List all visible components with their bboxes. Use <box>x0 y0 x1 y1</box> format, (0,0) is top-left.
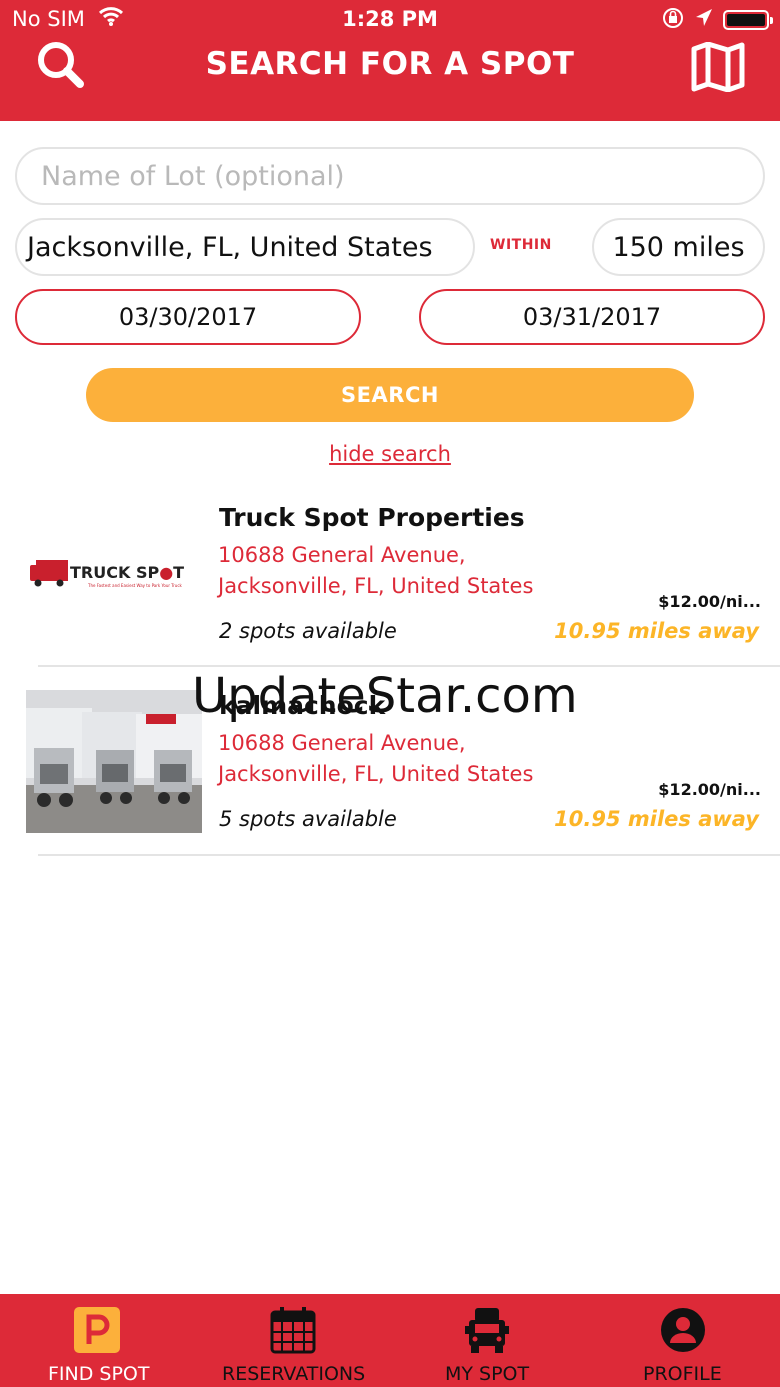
list-divider <box>38 665 780 667</box>
result-spots: 5 spots available <box>219 807 397 831</box>
within-label: WITHIN <box>490 237 552 253</box>
result-address-line2: Jacksonville, FL, United States <box>218 574 534 598</box>
tab-label: MY SPOT <box>445 1363 530 1385</box>
start-date-field[interactable]: 03/30/2017 <box>15 289 361 345</box>
result-address-line1: 10688 General Avenue, <box>218 543 466 567</box>
calendar-icon <box>270 1307 316 1354</box>
battery-icon <box>723 10 773 30</box>
svg-text:TRUCK SP●T: TRUCK SP●T <box>70 563 184 582</box>
tab-my-spot[interactable]: MY SPOT <box>390 1294 585 1387</box>
result-price: $12.00/ni... <box>658 592 761 611</box>
parking-icon <box>74 1307 120 1353</box>
watermark: UpdateStar.com <box>192 668 578 724</box>
tab-reservations[interactable]: RESERVATIONS <box>195 1294 390 1387</box>
parked-trucks-photo <box>26 690 202 833</box>
tab-bar: FIND SPOT RESERVATIONS MY SPOT PROFILE <box>0 1294 780 1387</box>
hide-search-link[interactable]: hide search <box>0 442 780 466</box>
search-button[interactable]: SEARCH <box>86 368 694 422</box>
result-address-line2: Jacksonville, FL, United States <box>218 762 534 786</box>
tab-label: RESERVATIONS <box>222 1363 366 1385</box>
lot-name-input[interactable]: Name of Lot (optional) <box>15 147 765 205</box>
page-title: SEARCH FOR A SPOT <box>205 46 575 82</box>
result-distance: 10.95 miles away <box>554 619 759 643</box>
location-input[interactable]: Jacksonville, FL, United States <box>15 218 475 276</box>
end-date-field[interactable]: 03/31/2017 <box>419 289 765 345</box>
result-item[interactable]: TRUCK SP●T The Fastest and Easiest Way t… <box>0 493 780 681</box>
tab-find-spot[interactable]: FIND SPOT <box>0 1294 195 1387</box>
result-distance: 10.95 miles away <box>554 807 759 831</box>
user-icon <box>661 1308 705 1352</box>
rotation-lock-icon <box>663 8 683 28</box>
result-price: $12.00/ni... <box>658 780 761 799</box>
truck-icon <box>465 1308 509 1353</box>
tab-profile[interactable]: PROFILE <box>585 1294 780 1387</box>
logo-tagline: The Fastest and Easiest Way to Park Your… <box>87 583 183 588</box>
truck-spot-logo: TRUCK SP●T The Fastest and Easiest Way t… <box>26 493 202 636</box>
result-spots: 2 spots available <box>219 619 397 643</box>
result-name: Truck Spot Properties <box>219 503 525 532</box>
status-bar: No SIM 1:28 PM <box>0 0 780 40</box>
result-address-line1: 10688 General Avenue, <box>218 731 466 755</box>
location-arrow-icon <box>696 9 712 26</box>
tab-label: PROFILE <box>643 1363 722 1385</box>
logo-text-tail: T <box>173 563 184 582</box>
tab-label: FIND SPOT <box>48 1363 150 1385</box>
logo-text: TRUCK SP <box>70 563 159 582</box>
nav-bar: SEARCH FOR A SPOT <box>0 40 780 121</box>
list-divider <box>38 854 780 856</box>
top-bar: No SIM 1:28 PM SEARCH FOR A SPOT <box>0 0 780 121</box>
map-icon[interactable] <box>690 42 746 92</box>
radius-select[interactable]: 150 miles <box>592 218 765 276</box>
